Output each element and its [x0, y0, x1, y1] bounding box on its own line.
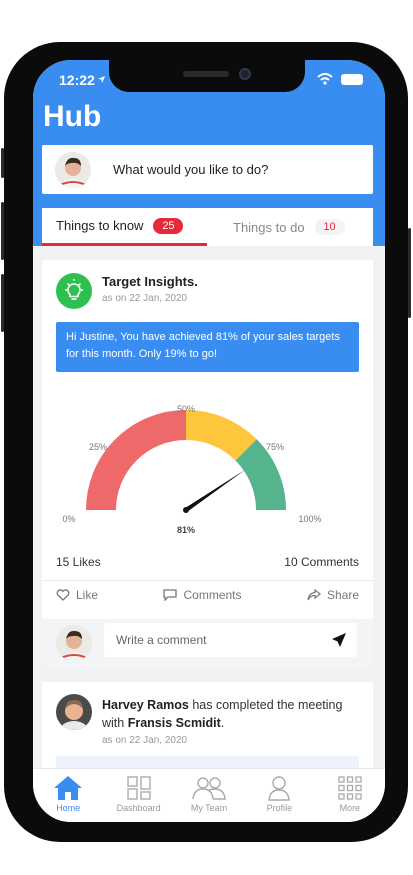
like-button[interactable]: Like — [56, 588, 98, 602]
status-time: 12:22 — [59, 72, 95, 88]
like-label: Like — [76, 588, 99, 602]
divider — [42, 580, 373, 581]
person-name: Harvey Ramos — [102, 698, 189, 712]
card-date: as on 22 Jan, 2020 — [102, 293, 188, 304]
tab-label: Things to know — [56, 218, 144, 233]
power-button — [408, 228, 411, 318]
comment-button[interactable]: Comments — [163, 588, 242, 602]
app-screen: 12:22 Hub What would you like to do? Thi… — [33, 60, 385, 822]
share-button[interactable]: Share — [307, 588, 359, 602]
gauge-needle — [184, 469, 246, 512]
count-badge: 25 — [153, 217, 184, 234]
speaker-grille — [183, 71, 229, 77]
meeting-activity-text: Harvey Ramos has completed the meeting w… — [102, 696, 362, 732]
card-title: Target Insights. — [102, 274, 198, 289]
nav-dashboard[interactable]: Dashboard — [103, 769, 173, 822]
likes-count: 15 Likes — [56, 555, 101, 569]
heart-icon — [56, 589, 70, 601]
insight-card: Target Insights. as on 22 Jan, 2020 Hi J… — [42, 260, 373, 668]
comment-input[interactable] — [104, 623, 357, 657]
user-avatar — [55, 151, 91, 188]
mute-switch — [1, 148, 4, 178]
trailing-period: . — [220, 716, 225, 730]
send-icon[interactable] — [331, 632, 347, 648]
count-badge: 10 — [314, 219, 345, 235]
user-avatar-image — [56, 625, 92, 661]
target-message: Hi Justine, You have achieved 81% of you… — [56, 322, 359, 372]
gauge-arc-mid — [185, 410, 257, 461]
grid-icon — [338, 776, 362, 800]
tab-bar: Things to know 25 Things to do 10 — [42, 208, 373, 246]
ask-prompt-text: What would you like to do? — [113, 162, 269, 177]
nav-more[interactable]: More — [315, 769, 385, 822]
ask-prompt-card[interactable]: What would you like to do? — [42, 145, 373, 194]
wifi-icon — [317, 73, 333, 85]
volume-down-button — [1, 274, 4, 332]
lightbulb-icon — [56, 273, 92, 309]
gauge-label-100: 100% — [298, 514, 321, 524]
comment-icon — [163, 589, 178, 601]
tab-things-to-know[interactable]: Things to know 25 — [42, 208, 207, 246]
user-avatar-image — [55, 151, 91, 188]
user-avatar — [56, 625, 92, 661]
battery-icon — [341, 73, 363, 85]
nav-profile[interactable]: Profile — [244, 769, 314, 822]
gauge-label-0: 0% — [62, 514, 75, 524]
share-label: Share — [326, 588, 359, 602]
comment-label: Comments — [183, 588, 242, 602]
status-icons — [317, 73, 363, 85]
tab-label: Things to do — [233, 219, 305, 235]
gauge-value-label: 81% — [177, 525, 195, 535]
location-arrow-icon — [97, 75, 106, 84]
notch — [109, 60, 305, 92]
meeting-with-name: Fransis Scmidit — [127, 716, 221, 730]
gauge-arc-low — [86, 410, 187, 511]
front-camera — [239, 68, 251, 80]
bottom-nav: Home Dashboard My Team Profile More — [33, 768, 385, 822]
nav-label: More — [339, 803, 361, 813]
nav-label: My Team — [190, 803, 228, 813]
home-icon — [54, 776, 83, 800]
nav-my-team[interactable]: My Team — [174, 769, 244, 822]
gauge-arc-high — [235, 439, 286, 511]
profile-icon — [268, 776, 291, 801]
post-actions: Like Comments Share — [56, 588, 359, 602]
nav-home[interactable]: Home — [33, 769, 103, 822]
gauge-label-75: 75% — [266, 442, 284, 452]
share-arrow-icon — [307, 589, 321, 601]
gauge-needle-hub — [183, 507, 189, 513]
nav-label: Profile — [266, 803, 293, 813]
nav-label: Home — [56, 803, 81, 813]
volume-up-button — [1, 202, 4, 260]
tab-things-to-do[interactable]: Things to do 10 — [207, 208, 373, 246]
harvey-avatar-image — [56, 694, 92, 730]
card-date: as on 22 Jan, 2020 — [102, 735, 188, 746]
comments-count: 10 Comments — [284, 555, 359, 569]
page-title: Hub — [43, 100, 102, 133]
team-icon — [192, 777, 226, 800]
comment-row — [42, 619, 373, 668]
harvey-avatar — [56, 694, 92, 730]
dashboard-icon — [126, 776, 151, 800]
engagement-stats: 15 Likes 10 Comments — [56, 555, 359, 569]
target-gauge: 50% 25% 75% 0% 100% 81% — [62, 404, 321, 535]
nav-label: Dashboard — [116, 803, 161, 813]
gauge-label-50: 50% — [177, 404, 195, 414]
gauge-label-25: 25% — [89, 442, 107, 452]
